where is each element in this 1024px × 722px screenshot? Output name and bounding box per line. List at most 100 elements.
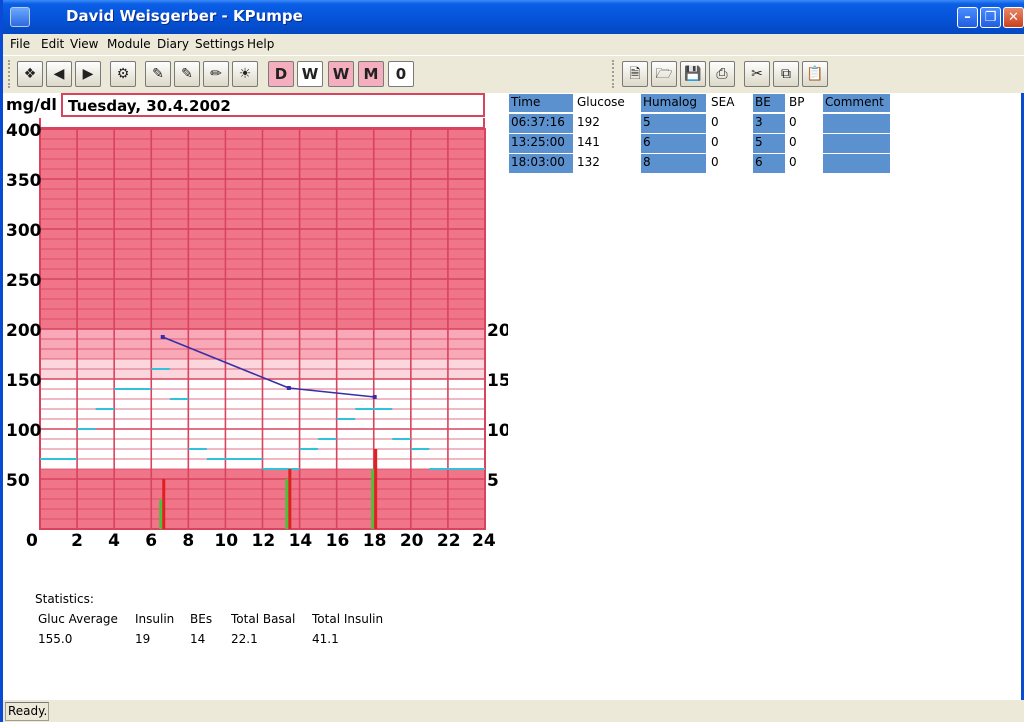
glucose-point [372, 395, 377, 399]
y-tick-label-left: 50 [6, 471, 30, 491]
cell-humalog[interactable]: 8 [641, 154, 706, 173]
view-month-button[interactable]: M [358, 61, 384, 87]
be-bar [371, 469, 375, 529]
cut-scissors-icon[interactable]: ✂ [744, 61, 770, 87]
y-tick-label-left: 100 [6, 421, 42, 441]
menu-diary[interactable]: Diary [157, 37, 189, 51]
maximize-button[interactable]: ❐ [980, 7, 1001, 28]
copy-icon[interactable]: ⧉ [773, 61, 799, 87]
app-icon[interactable] [10, 7, 30, 27]
insulin-bar [288, 469, 292, 529]
cell-comment[interactable] [823, 114, 890, 133]
stat-value-bes: 14 [190, 632, 206, 646]
stat-value-total-basal: 22.1 [231, 632, 258, 646]
header-glucose[interactable]: Glucose [575, 94, 637, 112]
app-window: David Weisgerber - KPumpe – ❐ ✕ File Edi… [0, 0, 1024, 722]
be-bar [285, 479, 289, 529]
view-zero-button[interactable]: 0 [388, 61, 414, 87]
cell-time[interactable]: 13:25:00 [509, 134, 573, 153]
cell-comment[interactable] [823, 134, 890, 153]
x-tick-label: 20 [400, 531, 424, 551]
title-bar[interactable]: David Weisgerber - KPumpe – ❐ ✕ [3, 0, 1024, 34]
stat-value-total-insulin: 41.1 [312, 632, 339, 646]
menu-help[interactable]: Help [247, 37, 274, 51]
cell-time[interactable]: 18:03:00 [509, 154, 573, 173]
lightbulb-icon[interactable]: ☀ [232, 61, 258, 87]
stat-label-insulin: Insulin [135, 612, 175, 626]
y-tick-label-right: 10 [487, 421, 508, 441]
status-bar: Ready. [3, 700, 1024, 722]
next-day-button[interactable]: ▶ [75, 61, 101, 87]
cell-glucose[interactable]: 141 [575, 134, 637, 153]
print-icon[interactable]: ⎙ [709, 61, 735, 87]
previous-day-button[interactable]: ◀ [46, 61, 72, 87]
toolbar-grip-2[interactable] [612, 60, 615, 88]
stat-value-insulin: 19 [135, 632, 151, 646]
header-time[interactable]: Time [509, 94, 573, 112]
y-tick-label-right: 20 [487, 321, 508, 341]
cell-sea[interactable]: 0 [709, 154, 749, 173]
cell-sea[interactable]: 0 [709, 114, 749, 133]
open-folder-icon[interactable]: 🗁 [651, 61, 677, 87]
view-week-label: W [301, 65, 319, 83]
menu-module[interactable]: Module [107, 37, 151, 51]
stat-label-gluc-average: Gluc Average [38, 612, 118, 626]
stat-label-total-insulin: Total Insulin [312, 612, 384, 626]
toolbar-grip[interactable] [8, 60, 11, 88]
x-tick-label: 2 [71, 531, 83, 551]
cell-bp[interactable]: 0 [787, 134, 819, 153]
cell-be[interactable]: 6 [753, 154, 785, 173]
red-pen-icon[interactable]: ✎ [145, 61, 171, 87]
x-tick-label: 18 [363, 531, 387, 551]
x-tick-label: 8 [182, 531, 194, 551]
cell-glucose[interactable]: 132 [575, 154, 637, 173]
chart-canvas: 4003503002502001501005020151050 2 4 6 8 10 12 1… [6, 121, 508, 551]
statistics-title: Statistics: [35, 592, 94, 606]
header-bp[interactable]: BP [787, 94, 819, 112]
x-tick-label: 4 [108, 531, 120, 551]
cell-bp[interactable]: 0 [787, 114, 819, 133]
edit-icon[interactable]: ✎ [174, 61, 200, 87]
edit-all-icon[interactable]: ✏ [203, 61, 229, 87]
cell-glucose[interactable]: 192 [575, 114, 637, 133]
x-tick-label: 10 [214, 531, 238, 551]
cell-be[interactable]: 3 [753, 114, 785, 133]
cell-comment[interactable] [823, 154, 890, 173]
cell-be[interactable]: 5 [753, 134, 785, 153]
insulin-bar [374, 449, 378, 529]
y-tick-label-right: 15 [487, 371, 508, 391]
menu-bar: File Edit View Module Diary Settings Hel… [3, 34, 1024, 55]
save-disk-icon[interactable]: 💾 [680, 61, 706, 87]
view-weeks-button[interactable]: W [328, 61, 354, 87]
stat-label-bes: BEs [190, 612, 213, 626]
view-day-button[interactable]: D [268, 61, 294, 87]
view-month-label: M [363, 65, 379, 83]
cell-humalog[interactable]: 6 [641, 134, 706, 153]
cell-sea[interactable]: 0 [709, 134, 749, 153]
cell-bp[interactable]: 0 [787, 154, 819, 173]
paste-icon[interactable]: 📋 [802, 61, 828, 87]
new-file-icon[interactable]: 🗎 [622, 61, 648, 87]
x-tick-label: 14 [289, 531, 313, 551]
pump-icon[interactable]: ❖ [17, 61, 43, 87]
y-tick-label-left: 400 [6, 121, 42, 141]
header-be[interactable]: BE [753, 94, 785, 112]
x-tick-label: 16 [326, 531, 350, 551]
header-sea[interactable]: SEA [709, 94, 749, 112]
x-tick-label: 6 [145, 531, 157, 551]
settings-gear-icon[interactable]: ⚙ [110, 61, 136, 87]
close-button[interactable]: ✕ [1003, 7, 1024, 28]
cell-time[interactable]: 06:37:16 [509, 114, 573, 133]
cell-humalog[interactable]: 5 [641, 114, 706, 133]
header-comment[interactable]: Comment [823, 94, 890, 112]
menu-edit[interactable]: Edit [41, 37, 64, 51]
glucose-point [286, 386, 291, 390]
header-humalog[interactable]: Humalog [641, 94, 706, 112]
toolbar: ❖ ◀ ▶ ⚙ ✎ ✎ ✏ ☀ D W W M 0 🗎 🗁 💾 ⎙ ✂ ⧉ 📋 [3, 55, 1024, 93]
minimize-button[interactable]: – [957, 7, 978, 28]
view-week-button[interactable]: W [297, 61, 323, 87]
menu-settings[interactable]: Settings [195, 37, 244, 51]
menu-view[interactable]: View [70, 37, 98, 51]
menu-file[interactable]: File [10, 37, 30, 51]
y-tick-label-left: 300 [6, 221, 42, 241]
